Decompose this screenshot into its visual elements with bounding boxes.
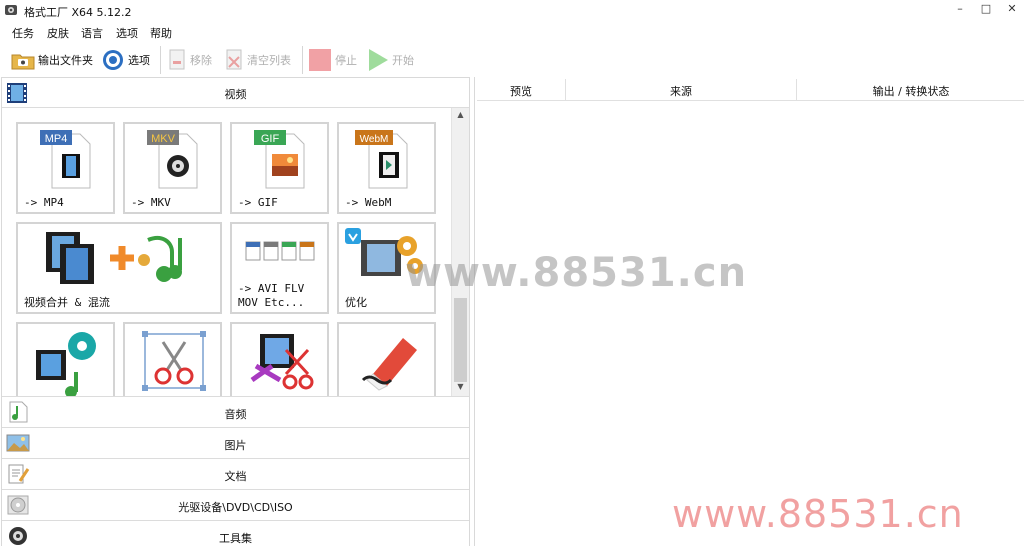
bottom-right-watermark-text: www.88531.cn [672,492,964,536]
audio-category-label: 音频 [224,408,247,421]
menu-skin[interactable]: 皮肤 [47,25,69,41]
separate-audio-icon [36,332,96,396]
menu-task[interactable]: 任务 [12,25,34,41]
other-formats-icon [245,241,315,261]
tile-badge-text: MP4 [45,133,68,145]
video-category-label: 视频 [224,88,247,101]
picture-category-header[interactable]: 图片 [2,427,469,458]
scroll-down-arrow-icon[interactable]: ▼ [452,382,469,396]
audio-category-header[interactable]: 音频 [2,396,469,427]
tile-crop[interactable] [123,322,222,396]
tile-to-webm[interactable]: WebM -> WebM [337,122,436,214]
toolbox-category-label: 工具集 [219,532,252,545]
scroll-up-arrow-icon[interactable]: ▲ [452,110,469,124]
toolbox-category-header[interactable]: 工具集 [2,520,469,546]
center-watermark-text: www.88531.cn [405,250,748,296]
toolbar-separator [160,46,161,74]
tile-label: -> WebM [345,196,392,209]
format-factory-app-icon [5,5,17,15]
column-header-source[interactable]: 来源 [566,79,797,101]
toolbar: 输出文件夹 选项 移除 清空列表 停止 开始 [0,44,1024,76]
scroll-thumb[interactable] [454,298,467,382]
tile-to-mkv[interactable]: MKV -> MKV [123,122,222,214]
disc-category-label: 光驱设备\DVD\CD\ISO [178,501,293,514]
document-category-header[interactable]: 文档 [2,458,469,489]
menu-language[interactable]: 语言 [81,25,103,41]
quick-clip-icon [250,334,314,390]
window-title: 格式工厂 X64 5.12.2 [24,6,132,19]
tile-badge-text: WebM [360,134,389,145]
menu-options[interactable]: 选项 [116,25,138,41]
stop-button[interactable]: 停止 [308,48,357,72]
video-category-header[interactable]: 视频 [2,78,469,108]
clear-list-button[interactable]: 清空列表 [224,48,291,72]
remove-doc-icon [169,49,185,70]
toolbar-separator [302,46,303,74]
tile-quick-clip[interactable] [230,322,329,396]
video-tools-grid: MP4 -> MP4 MKV -> MKV GIF -> GIF WebM ->… [2,108,451,396]
tile-to-mp4[interactable]: MP4 -> MP4 [16,122,115,214]
clear-list-icon [226,49,242,70]
stop-label: 停止 [335,54,357,67]
output-folder-button[interactable]: 输出文件夹 [11,48,93,72]
mkv-file-icon: MKV [147,130,198,189]
minimize-button[interactable]: – [946,2,974,20]
start-label: 开始 [392,54,414,67]
tile-remove-logo[interactable] [337,322,436,396]
tile-other-formats[interactable]: -> AVI FLV MOV Etc... [230,222,329,314]
tile-label: -> MP4 [24,196,64,209]
remove-button[interactable]: 移除 [167,48,212,72]
tile-badge-text: MKV [151,133,176,145]
tile-label: -> MKV [131,196,171,209]
clear-list-label: 清空列表 [247,54,291,67]
tile-badge-text: GIF [261,133,280,145]
crop-icon [142,331,206,391]
tile-label: -> GIF [238,196,278,209]
tile-label: 视频合并 & 混流 [24,296,110,309]
output-folder-label: 输出文件夹 [38,54,93,67]
gif-file-icon: GIF [254,130,305,189]
tile-label: 优化 [345,296,367,309]
options-button[interactable]: 选项 [101,48,150,72]
webm-file-icon: WebM [355,130,408,189]
title-bar: 格式工厂 X64 5.12.2 – □ ✕ [0,0,1024,22]
start-play-icon [369,49,388,71]
remove-logo-icon [361,338,417,391]
remove-label: 移除 [190,54,212,67]
start-button[interactable]: 开始 [367,48,414,72]
menu-help[interactable]: 帮助 [150,25,172,41]
menu-bar: 任务 皮肤 语言 选项 帮助 [0,22,1024,42]
folder-icon [11,54,35,70]
document-category-label: 文档 [224,470,247,483]
disc-category-header[interactable]: 光驱设备\DVD\CD\ISO [2,489,469,520]
video-merge-mux-icon [46,232,182,284]
options-gear-icon [103,50,123,70]
close-button[interactable]: ✕ [998,2,1024,20]
tile-to-gif[interactable]: GIF -> GIF [230,122,329,214]
tile-separate-audio[interactable] [16,322,115,396]
picture-category-label: 图片 [224,439,247,452]
column-header-output-status[interactable]: 输出 / 转换状态 [797,79,1024,101]
column-header-preview[interactable]: 预览 [477,79,566,101]
options-label: 选项 [128,54,150,67]
category-panel: 视频 MP4 -> MP4 MKV -> MKV GIF -> GIF WebM… [1,77,470,546]
mp4-file-icon: MP4 [40,130,91,189]
maximize-button[interactable]: □ [972,2,1000,20]
tile-video-merge-mux[interactable]: 视频合并 & 混流 [16,222,222,314]
tile-label: -> AVI FLV MOV Etc... [238,282,305,309]
task-list-panel[interactable]: 预览 来源 输出 / 转换状态 [474,77,1024,546]
stop-icon [309,49,331,71]
